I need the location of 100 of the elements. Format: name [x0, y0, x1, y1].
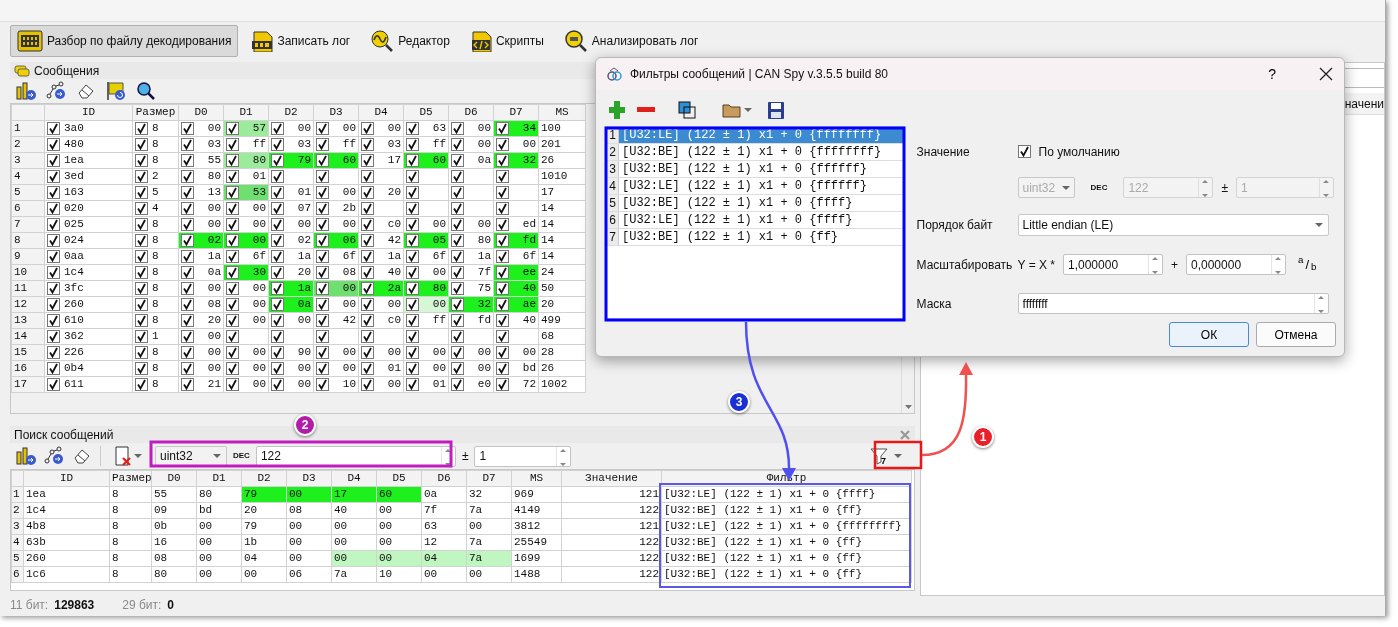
cell-text: 20 [387, 185, 401, 200]
number-field[interactable]: 1 [474, 445, 572, 467]
column-header[interactable]: D5 [403, 104, 449, 121]
table-cell: 00 [331, 518, 377, 535]
cell-text: ff [432, 137, 446, 152]
cell-text: 00 [522, 137, 536, 152]
cell-text: 20 [297, 265, 311, 280]
column-header[interactable]: D2 [241, 470, 287, 487]
toolbar-button[interactable]: Редактор [363, 25, 457, 57]
cell-text: 00 [297, 313, 311, 328]
cell-text: 42 [387, 233, 401, 248]
number-field[interactable]: 1,000000 [1063, 254, 1163, 276]
column-header[interactable]: D3 [286, 470, 332, 487]
table-cell: 20 [538, 296, 586, 313]
table-cell: 08 [286, 502, 332, 519]
column-header[interactable]: Значение [561, 470, 662, 487]
column-header[interactable]: D7 [493, 104, 539, 121]
cell-text: 6f [252, 249, 266, 264]
table-cell: 8 [109, 518, 152, 535]
cancel-button[interactable]: Отмена [1256, 322, 1336, 347]
filter-item[interactable]: [U32:LE] (122 ± 1) x1 + 0 {ffff} [619, 212, 904, 228]
cell-text: 01 [432, 377, 446, 392]
byte-order-dropdown[interactable]: Little endian (LE) [1017, 214, 1329, 237]
cell-text: 08 [207, 297, 221, 312]
cell-text: 6f [432, 249, 446, 264]
cell-text: 00 [342, 361, 356, 376]
cell-text: 00 [252, 233, 266, 248]
cell-text: 3a0 [64, 121, 84, 136]
column-header[interactable]: D1 [223, 104, 269, 121]
cell-text: 00 [387, 377, 401, 392]
table-cell: 7f [421, 502, 467, 519]
toolbar-button[interactable]: Анализировать лог [556, 25, 706, 57]
table-cell: [U32:BE] (122 ± 1) x1 + 0 {ff} [661, 550, 912, 567]
cell-text: 6f [342, 249, 356, 264]
filter-item[interactable]: [U32:LE] (122 ± 1) x1 + 0 {ffffff} [619, 178, 904, 194]
column-header[interactable]: D0 [178, 104, 224, 121]
cell-text: 30 [252, 265, 266, 280]
column-header[interactable]: D1 [196, 470, 242, 487]
column-header[interactable]: MS [511, 470, 562, 487]
cell-text: 32 [477, 297, 491, 312]
cell-text: 00 [477, 345, 491, 360]
filter-item[interactable]: [U32:BE] (122 ± 1) x1 + 0 {ffff} [619, 195, 904, 211]
cell-text: 00 [252, 297, 266, 312]
help-button[interactable]: ? [1262, 62, 1282, 86]
column-header[interactable]: D5 [376, 470, 422, 487]
column-header[interactable]: D4 [358, 104, 404, 121]
cell-text: 4 [152, 201, 159, 216]
column-header[interactable]: Размер [109, 470, 152, 487]
field-label: Маска [916, 295, 953, 313]
toolbar-button[interactable]: Разбор по файлу декодирования [10, 25, 239, 57]
column-header[interactable]: D2 [268, 104, 314, 121]
number-field[interactable]: 0,000000 [1186, 254, 1286, 276]
ok-button[interactable]: ОК [1169, 322, 1249, 347]
column-header[interactable]: MS [538, 104, 586, 121]
cell-text: 260 [64, 297, 84, 312]
table-cell: 12 [421, 534, 467, 551]
cell-text: 03 [387, 137, 401, 152]
cell-text: 1a [477, 249, 491, 264]
table-cell: 00 [466, 518, 512, 535]
table-cell: 00 [196, 534, 242, 551]
cell-text: 00 [387, 121, 401, 136]
cell-text: 0a [297, 297, 311, 312]
filter-item[interactable]: [U32:BE] (122 ± 1) x1 + 0 {ff} [619, 229, 904, 245]
cell-text: 226 [64, 345, 84, 360]
column-header[interactable]: D0 [151, 470, 197, 487]
filter-button[interactable]: 7 [866, 444, 907, 468]
table-cell: bd [196, 502, 242, 519]
toolbar-button[interactable]: Скрипты [462, 25, 551, 57]
table-cell: 7a [331, 566, 377, 583]
table-cell: 00 [331, 534, 377, 551]
table-cell: 201 [538, 136, 586, 153]
column-header[interactable]: D3 [313, 104, 359, 121]
cell-text: 7f [477, 265, 491, 280]
cell-text: ae [522, 297, 536, 312]
cell-text: 8 [152, 313, 159, 328]
filter-item[interactable]: [U32:BE] (122 ± 1) x1 + 0 {ffffff} [619, 161, 904, 177]
column-header[interactable]: начени [1344, 94, 1384, 113]
fraction-button[interactable]: $^{a}$/$_{b}$ [1294, 252, 1321, 277]
column-header[interactable]: D4 [331, 470, 377, 487]
cell-text: 00 [297, 377, 311, 392]
cell-text: 163 [64, 185, 84, 200]
cell-text: 08 [342, 265, 356, 280]
table-cell: 00 [196, 518, 242, 535]
cell-text: fd [477, 313, 491, 328]
column-header[interactable]: D7 [466, 470, 512, 487]
cell-text: 00 [207, 121, 221, 136]
formula-label: Y = X * [1017, 256, 1055, 274]
filter-item[interactable]: [U32:BE] (122 ± 1) x1 + 0 {ffffffff} [619, 144, 904, 160]
cell-text: 34 [522, 121, 536, 136]
toolbar-button[interactable]: Записать лог [244, 25, 358, 57]
table-cell: 122 [561, 550, 662, 567]
column-header[interactable]: ID [44, 104, 133, 121]
column-header[interactable]: D6 [448, 104, 494, 121]
cell-text: 00 [297, 217, 311, 232]
cell-text: 00 [207, 201, 221, 216]
type-dropdown[interactable]: uint32 [155, 445, 227, 467]
mask-field[interactable]: ffffffff [1017, 293, 1329, 315]
column-header[interactable]: ID [23, 470, 110, 487]
column-header[interactable]: Размер [132, 104, 179, 121]
column-header[interactable]: D6 [421, 470, 467, 487]
